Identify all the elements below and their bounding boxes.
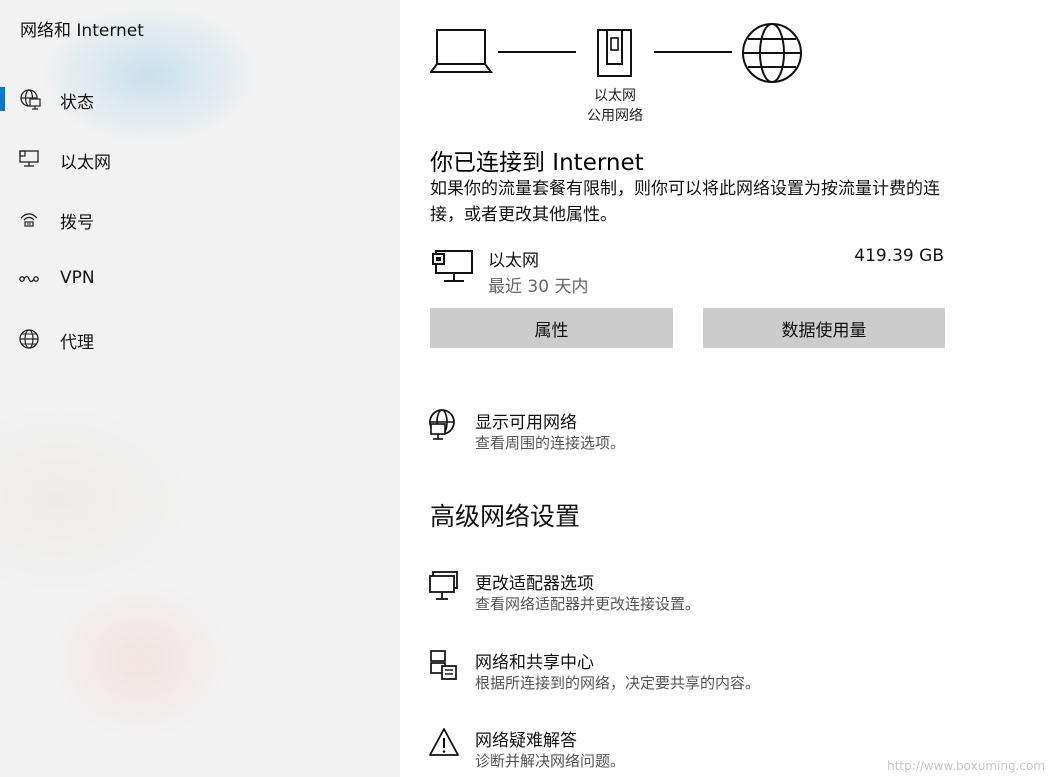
status-description: 如果你的流量套餐有限制，则你可以将此网络设置为按流量计费的连接，或者更改其他属性… [430, 179, 940, 225]
connection-period: 最近 30 天内 [488, 277, 589, 297]
sidebar-item-label: VPN [60, 268, 95, 288]
app-title: 网络和 Internet [20, 21, 144, 41]
connection-usage: 419.39 GB [854, 246, 944, 266]
change-adapter-subtitle: 查看网络适配器并更改连接设置。 [475, 595, 701, 613]
diagram-adapter-label: 以太网 [594, 88, 636, 104]
advanced-heading: 高级网络设置 [430, 502, 581, 531]
sharing-center-title: 网络和共享中心 [475, 653, 594, 673]
sharing-center-icon [430, 650, 457, 680]
status-heading: 你已连接到 Internet [430, 150, 644, 176]
sidebar-item-label: 以太网 [60, 153, 111, 173]
ethernet-port-icon [597, 29, 632, 77]
sidebar-item-status[interactable]: 状态 [0, 77, 400, 121]
data-usage-button[interactable]: 数据使用量 [703, 308, 945, 348]
sidebar-item-dialup[interactable]: 拨号 [0, 197, 400, 241]
change-adapter-title: 更改适配器选项 [475, 574, 594, 594]
sidebar-item-proxy[interactable]: 代理 [0, 317, 400, 361]
show-networks-subtitle: 查看周围的连接选项。 [475, 434, 626, 452]
sharing-center-link[interactable]: 网络和共享中心 根据所连接到的网络，决定要共享的内容。 [428, 646, 888, 694]
connection-diagram [430, 23, 802, 83]
adapter-icon [429, 571, 458, 600]
ethernet-icon [19, 150, 39, 167]
vpn-icon [19, 275, 39, 283]
troubleshoot-link[interactable]: 网络疑难解答 诊断并解决网络问题。 [428, 724, 848, 772]
warning-icon [429, 728, 459, 756]
sidebar-item-ethernet[interactable]: 以太网 [0, 137, 400, 181]
internet-globe-icon [742, 23, 802, 83]
globe-icon [19, 329, 39, 349]
troubleshoot-title: 网络疑难解答 [475, 731, 577, 751]
selection-indicator [0, 87, 5, 111]
diagram-network-type: 公用网络 [587, 108, 643, 124]
properties-button[interactable]: 属性 [430, 308, 673, 348]
watermark: http://www.boxuming.com [887, 759, 1045, 773]
sharing-center-subtitle: 根据所连接到的网络，决定要共享的内容。 [475, 674, 761, 692]
sidebar-item-label: 代理 [60, 333, 94, 353]
main-panel: 以太网 公用网络 你已连接到 Internet 如果你的流量套餐有限制，则你可以… [400, 0, 1051, 777]
sidebar-item-vpn[interactable]: VPN [0, 257, 400, 301]
network-globe-icon [429, 409, 455, 440]
connection-name: 以太网 [488, 251, 539, 271]
show-networks-link[interactable]: 显示可用网络 查看周围的连接选项。 [428, 406, 828, 454]
sidebar-item-label: 拨号 [60, 213, 94, 233]
laptop-icon [430, 29, 493, 73]
status-globe-icon [20, 89, 41, 110]
ethernet-connection-icon [432, 250, 473, 282]
sidebar-item-label: 状态 [60, 93, 94, 113]
sidebar: 网络和 Internet 状态 以太网 拨号 VPN 代理 [0, 0, 400, 777]
change-adapter-options-link[interactable]: 更改适配器选项 查看网络适配器并更改连接设置。 [428, 567, 848, 615]
troubleshoot-subtitle: 诊断并解决网络问题。 [475, 752, 626, 770]
dialup-icon [20, 213, 38, 227]
show-networks-title: 显示可用网络 [475, 413, 577, 433]
